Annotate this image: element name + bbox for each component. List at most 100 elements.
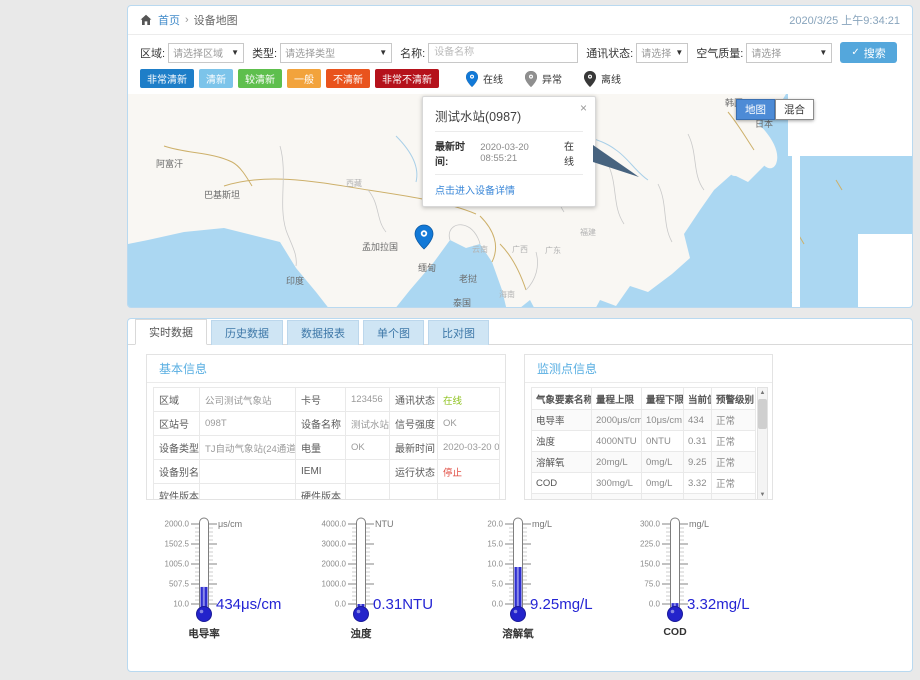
- popup-time-label: 最新时间:: [435, 138, 476, 168]
- gauge-name: 电导率: [154, 626, 254, 641]
- tab-realtime-data[interactable]: 实时数据: [135, 319, 207, 345]
- region-label: 区域:: [140, 45, 165, 61]
- map-label: 海南: [499, 289, 515, 299]
- gauge-1: 4000.03000.02000.01000.00.0NTU0.31NTU浊度: [311, 514, 468, 642]
- map-label: 印度: [286, 275, 304, 286]
- monitor-value-cell: 正常: [712, 452, 756, 473]
- air-level-badge-0[interactable]: 非常清新: [140, 69, 194, 88]
- air-quality-select[interactable]: 请选择▼: [746, 43, 832, 63]
- basic-info-title: 基本信息: [147, 355, 505, 383]
- scroll-up-icon[interactable]: ▲: [760, 388, 766, 399]
- info-label-cell: 设备名称: [296, 412, 346, 436]
- svg-text:75.0: 75.0: [644, 580, 660, 589]
- status-legend-1: 异常: [525, 71, 562, 87]
- chevron-down-icon: ▼: [819, 48, 827, 57]
- map-label: 老挝: [459, 273, 477, 284]
- basic-info-panel: 基本信息 区域公司测试气象站卡号123456通讯状态在线区站号098T设备名称测…: [146, 354, 506, 500]
- gauge-row: 2000.01502.51005.0507.510.0μs/cm434μs/cm…: [128, 514, 912, 642]
- map-label: 西藏: [346, 178, 362, 188]
- monitor-value-cell: 正常: [712, 494, 756, 501]
- gauge-value: 434μs/cm: [216, 596, 281, 613]
- scroll-down-icon[interactable]: ▼: [760, 490, 766, 500]
- chevron-down-icon: ▼: [675, 48, 683, 57]
- svg-text:507.5: 507.5: [169, 580, 190, 589]
- info-label-cell: 通讯状态: [390, 388, 438, 412]
- breadcrumb-current: 设备地图: [194, 12, 238, 28]
- legend-bar: 非常清新清新较清新一般不清新非常不清新 在线 异常 离线: [128, 67, 912, 94]
- info-value-cell: 123456: [346, 388, 390, 412]
- monitor-info-panel: 监测点信息 气象要素名称量程上限量程下限当前值预警级别电导率2000μs/cm1…: [524, 354, 773, 500]
- map-type-button-1[interactable]: 混合: [775, 99, 814, 120]
- map-label: 孟加拉国: [362, 241, 398, 252]
- info-value-cell: 公司测试气象站: [200, 388, 296, 412]
- info-label-cell: 运行状态: [390, 460, 438, 484]
- gauge-0: 2000.01502.51005.0507.510.0μs/cm434μs/cm…: [154, 514, 311, 642]
- popup-detail-link[interactable]: 点击进入设备详情: [423, 175, 595, 206]
- region-select[interactable]: 请选择区域▼: [168, 43, 244, 63]
- type-select[interactable]: 请选择类型▼: [280, 43, 392, 63]
- tab-history-data[interactable]: 历史数据: [211, 320, 283, 345]
- table-row: 浊度4000NTU0NTU0.31正常: [532, 431, 756, 452]
- air-level-badge-3[interactable]: 一般: [287, 69, 321, 88]
- info-value-cell: 停止: [438, 460, 500, 484]
- status-legend-0: 在线: [466, 71, 503, 87]
- monitor-value-cell: 氨氮: [532, 494, 592, 501]
- svg-text:3000.0: 3000.0: [322, 540, 347, 549]
- monitor-value-cell: 0NTU: [642, 431, 684, 452]
- svg-text:2000.0: 2000.0: [322, 560, 347, 569]
- monitor-value-cell: 正常: [712, 410, 756, 431]
- air-level-badge-2[interactable]: 较清新: [238, 69, 282, 88]
- pin-icon: [525, 71, 542, 87]
- comm-status-select[interactable]: 请选择▼: [636, 43, 688, 63]
- info-value-cell: 测试水站: [346, 412, 390, 436]
- tab-bar: 实时数据历史数据数据报表单个图比对图: [128, 319, 912, 345]
- gauge-name: 溶解氧: [468, 626, 568, 641]
- table-row: 设备类型TJ自动气象站(24通道)电量OK最新时间2020-03-20 08:5…: [154, 436, 500, 460]
- table-header-row: 气象要素名称量程上限量程下限当前值预警级别: [532, 388, 756, 410]
- info-value-cell: TJ自动气象站(24通道): [200, 436, 296, 460]
- monitor-value-cell: COD: [532, 473, 592, 494]
- tab-data-report[interactable]: 数据报表: [287, 320, 359, 345]
- type-label: 类型:: [252, 45, 277, 61]
- info-value-cell: [346, 484, 390, 501]
- air-level-badge-1[interactable]: 清新: [199, 69, 233, 88]
- monitor-value-cell: 9.25: [684, 452, 712, 473]
- table-row: COD300mg/L0mg/L3.32正常: [532, 473, 756, 494]
- info-value-cell: [200, 460, 296, 484]
- monitor-value-cell: 20mg/L: [592, 452, 642, 473]
- info-value-cell: 098T: [200, 412, 296, 436]
- popup-close-icon[interactable]: ×: [580, 102, 587, 114]
- search-button[interactable]: ✓搜索: [840, 42, 896, 63]
- info-label-cell: 最新时间: [390, 436, 438, 460]
- info-label-cell: 设备别名: [154, 460, 200, 484]
- scrollbar[interactable]: ▲ ▼: [757, 387, 768, 500]
- filter-bar: 区域: 请选择区域▼ 类型: 请选择类型▼ 名称: 通讯状态: 请选择▼ 空气质…: [128, 35, 912, 67]
- svg-text:1000.0: 1000.0: [322, 580, 347, 589]
- svg-text:300.0: 300.0: [640, 520, 661, 529]
- info-label-cell: [390, 484, 438, 501]
- monitor-value-cell: 3.32: [684, 473, 712, 494]
- map-type-button-0[interactable]: 地图: [736, 99, 775, 120]
- map[interactable]: 阿富汗巴基斯坦印度孟加拉国缅甸老挝泰国韩国日本西藏云南广西广东福建海南 地图混合…: [128, 94, 913, 308]
- table-row: 设备别名IEMI运行状态停止: [154, 460, 500, 484]
- monitor-header-cell: 预警级别: [712, 388, 756, 410]
- air-level-badge-5[interactable]: 非常不清新: [375, 69, 439, 88]
- tab-compare-chart[interactable]: 比对图: [428, 320, 489, 345]
- air-level-badge-4[interactable]: 不清新: [326, 69, 370, 88]
- table-row: 电导率2000μs/cm10μs/cm434正常: [532, 410, 756, 431]
- home-icon[interactable]: [140, 14, 152, 26]
- chevron-down-icon: ▼: [379, 48, 387, 57]
- scroll-thumb[interactable]: [758, 399, 767, 429]
- monitor-header-cell: 量程下限: [642, 388, 684, 410]
- pin-icon: [466, 71, 483, 87]
- info-label-cell: 电量: [296, 436, 346, 460]
- name-input[interactable]: [428, 43, 578, 63]
- tab-single-chart[interactable]: 单个图: [363, 320, 424, 345]
- monitor-value-cell: 0.31: [684, 431, 712, 452]
- info-value-cell: OK: [346, 436, 390, 460]
- monitor-value-cell: 434: [684, 410, 712, 431]
- info-value-cell: 2020-03-20 08:55:21: [438, 436, 500, 460]
- monitor-value-cell: 0mg/L: [642, 494, 684, 501]
- breadcrumb-home-link[interactable]: 首页: [158, 12, 180, 28]
- status-legend-label: 离线: [601, 71, 621, 86]
